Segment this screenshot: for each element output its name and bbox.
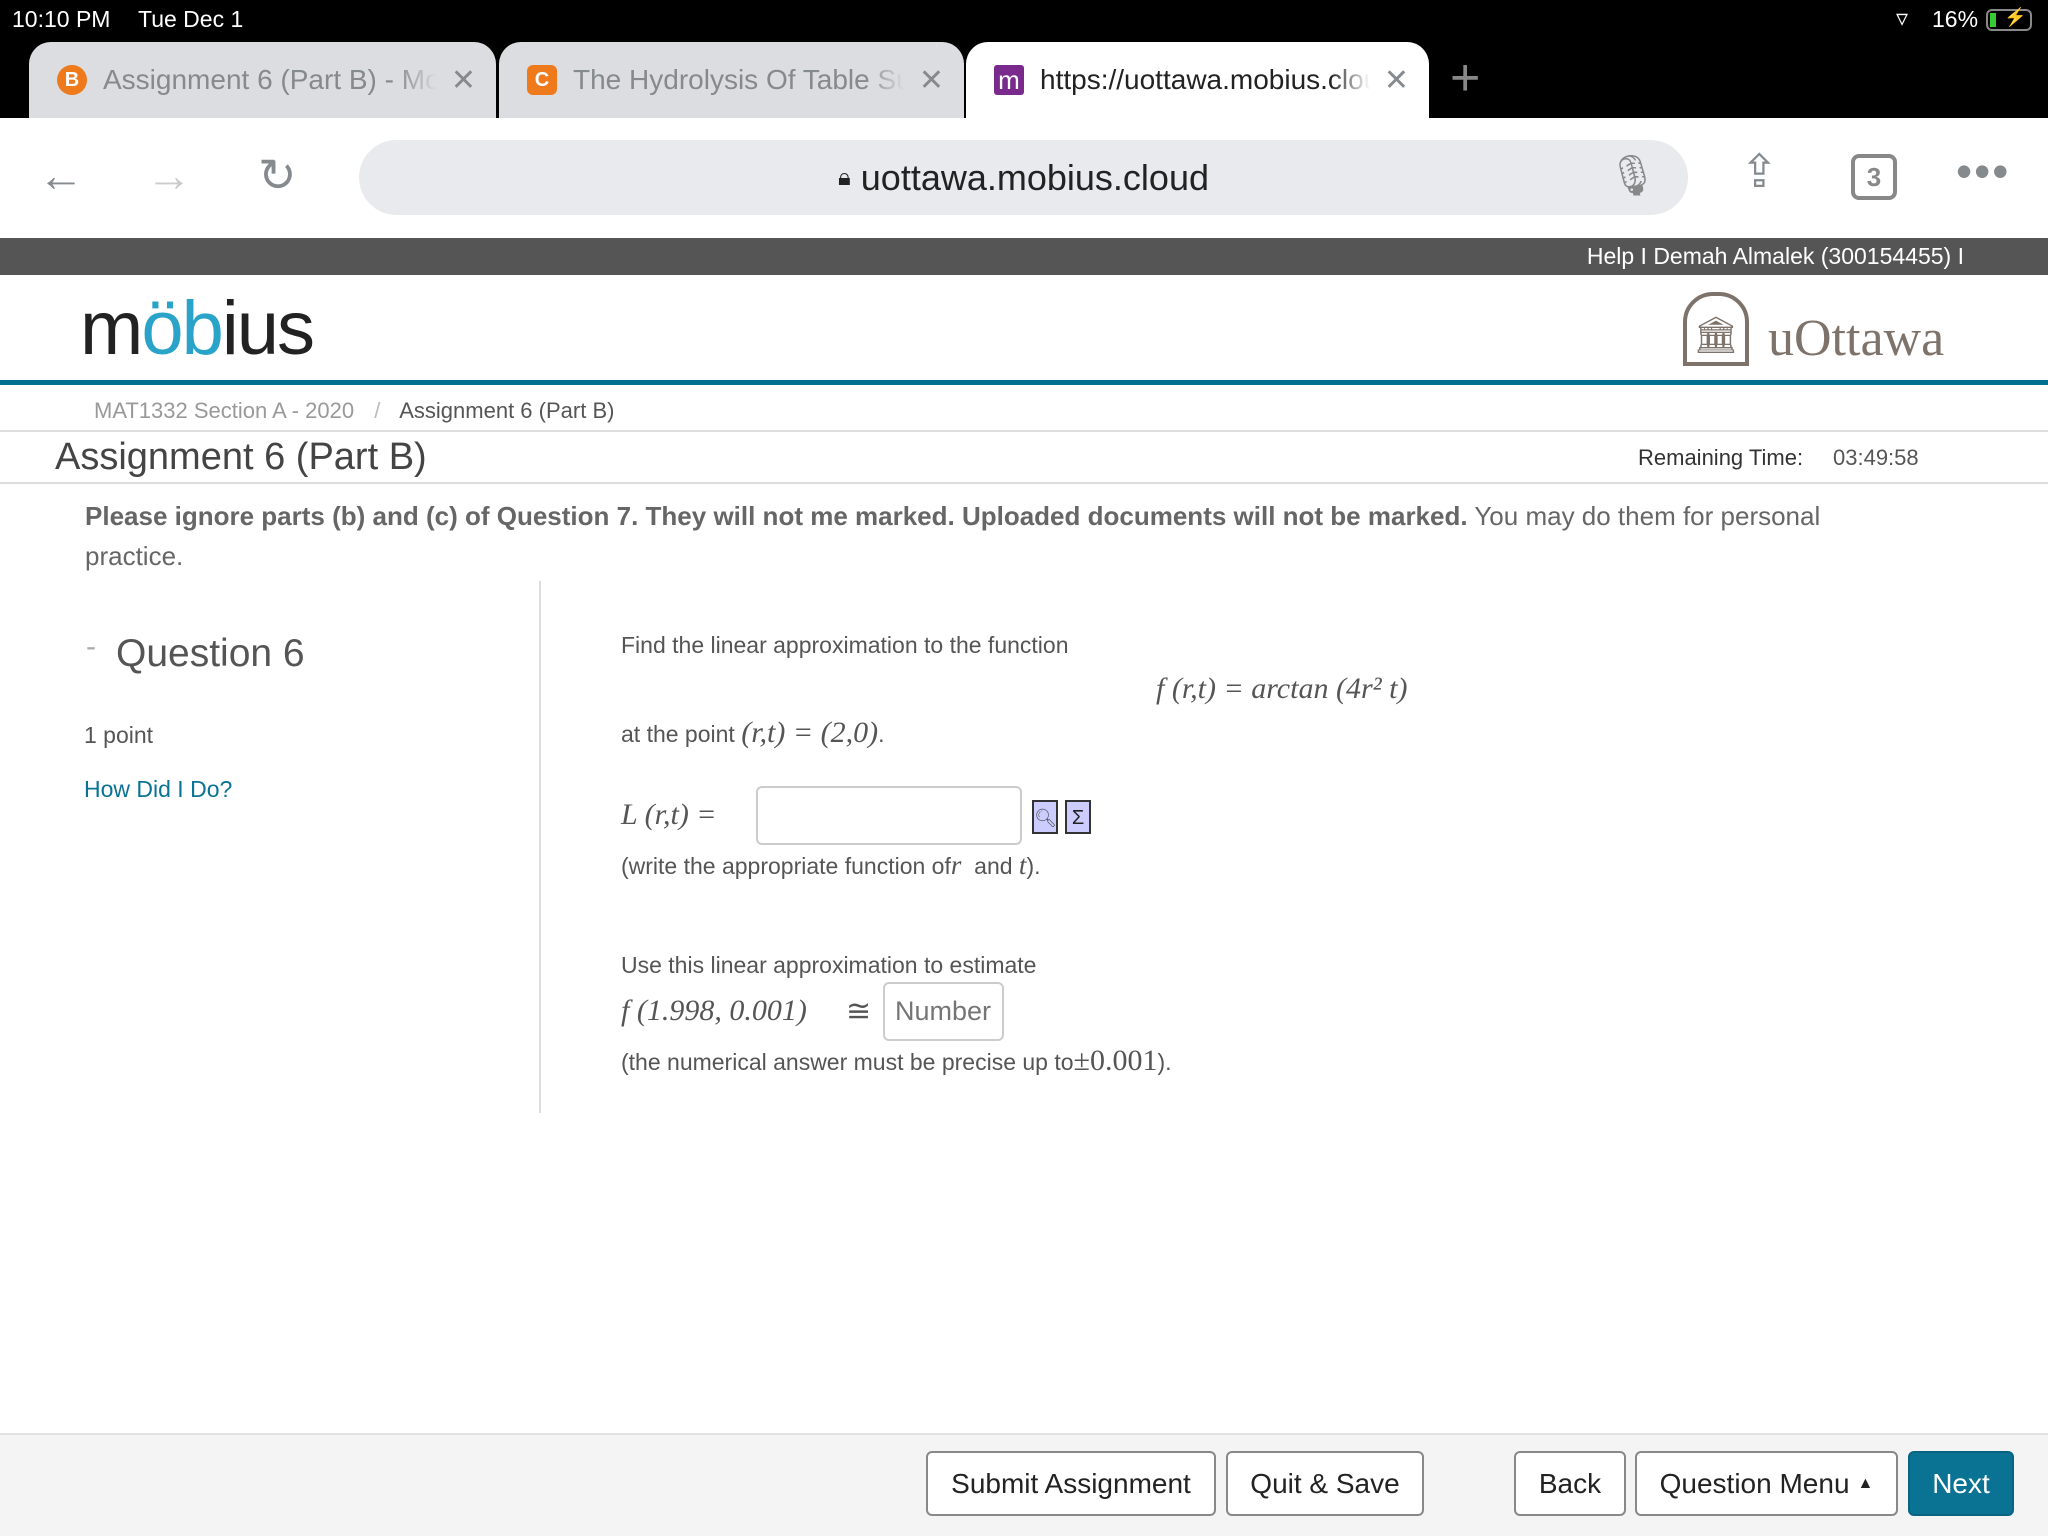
lock-icon: 🔒︎ [838,163,851,191]
tab-mobius[interactable]: m https://uottawa.mobius.cloud ✕ [966,42,1429,118]
uottawa-logo: uOttawa [1768,310,1945,367]
question-points: 1 point [84,722,154,748]
breadcrumb-separator: / [374,398,381,423]
point-prefix: at the point [621,721,735,747]
battery-percent: 16% [1932,6,1979,32]
caret-up-icon: ▲ [1857,1474,1874,1492]
brightspace-favicon-icon: B [57,65,87,95]
precision-suffix: ). [1157,1049,1172,1075]
separator: I [1957,243,1964,269]
status-bar: 10:10 PM Tue Dec 1 ▿ 16% ⚡ [0,0,2048,42]
wifi-icon: ▿ [1896,5,1909,32]
next-button[interactable]: Next [1908,1451,2014,1516]
point-suffix: . [878,721,885,747]
tab-assignment[interactable]: B Assignment 6 (Part B) - Mobius ✕ [29,42,496,118]
tab-title: Assignment 6 (Part B) - Mobius [103,64,437,95]
status-time: 10:10 PM [12,6,111,32]
hint-t: t [1018,850,1027,880]
how-did-i-do-link[interactable]: How Did I Do? [84,776,232,803]
title-bar: Assignment 6 (Part B) Remaining Time: 03… [0,432,2048,484]
back-arrow-icon[interactable]: ← [38,148,84,202]
tab-title: https://uottawa.mobius.cloud [1040,64,1370,95]
breadcrumb: MAT1332 Section A - 2020 / Assignment 6 … [0,390,2048,432]
notice-bold: Please ignore parts (b) and (c) of Quest… [85,501,1468,531]
share-icon[interactable]: ⇪ [1740,144,1779,198]
mobius-logo: möbius [80,286,315,371]
user-name: Demah Almalek (300154455) [1653,243,1952,269]
breadcrumb-course[interactable]: MAT1332 Section A - 2020 [94,398,354,423]
precision-hint: (the numerical answer must be precise up… [621,1044,1172,1078]
precision-prefix: (the numerical answer must be precise up… [621,1049,1074,1075]
battery-charging-icon: ⚡ [1986,7,2032,31]
site-header: möbius 🏛︎ uOttawa [0,275,2048,385]
precision-math: ±0.001 [1073,1044,1158,1077]
hint-prefix: (write the appropriate function of [621,853,951,879]
approx-symbol: ≅ [846,995,872,1028]
microphone-icon[interactable]: 🎙︎ [1607,152,1658,199]
mobius-favicon-icon: m [994,65,1024,95]
chegg-favicon-icon: C [527,65,557,95]
address-bar[interactable]: 🔒︎ uottawa.mobius.cloud 🎙︎ [359,140,1688,215]
close-tab-icon[interactable]: ✕ [1384,63,1409,98]
L-label: L (r,t) = [621,798,717,831]
question-title: Question 6 [116,632,305,675]
collapse-icon[interactable]: - [86,630,96,664]
function-formula: f (r,t) = arctan (4r² t) [1156,672,1408,705]
status-date: Tue Dec 1 [138,6,244,32]
estimate-intro: Use this linear approximation to estimat… [621,952,1037,978]
tab-bar: B Assignment 6 (Part B) - Mobius ✕ C The… [0,42,2048,118]
page-title: Assignment 6 (Part B) [55,436,427,478]
separator: I [1640,243,1647,269]
user-bar: Help I Demah Almalek (300154455) I [0,238,2048,275]
url-text: uottawa.mobius.cloud [860,156,1209,198]
more-icon[interactable]: ••• [1956,144,2010,198]
estimate-number-input[interactable] [883,982,1004,1041]
close-tab-icon[interactable]: ✕ [919,63,944,98]
question-menu-label: Question Menu [1659,1467,1850,1499]
linear-approximation-input[interactable] [756,786,1022,845]
submit-assignment-button[interactable]: Submit Assignment [926,1451,1216,1516]
tab-hydrolysis[interactable]: C The Hydrolysis Of Table Sugar ✕ [499,42,964,118]
column-divider [539,581,541,1113]
preview-icon[interactable]: 🔍︎ [1032,800,1058,834]
estimate-label: f (1.998, 0.001) [621,994,807,1027]
breadcrumb-current: Assignment 6 (Part B) [399,398,615,423]
question-intro: Find the linear approximation to the fun… [621,632,1069,658]
uottawa-building-icon: 🏛︎ [1683,292,1749,366]
new-tab-icon[interactable]: + [1450,48,1480,108]
hint-suffix: ). [1026,853,1041,879]
remaining-time-label: Remaining Time: [1638,445,1804,470]
remaining-time-value: 03:49:58 [1833,445,1919,470]
close-tab-icon[interactable]: ✕ [451,63,476,98]
write-hint: (write the appropriate function of r and… [621,850,1041,881]
question-menu-button[interactable]: Question Menu ▲ [1635,1451,1898,1516]
browser-toolbar: ← → ↻ 🔒︎ uottawa.mobius.cloud 🎙︎ ⇪ 3 ••• [0,118,2048,238]
forward-arrow-icon[interactable]: → [146,148,192,202]
equation-editor-icon[interactable]: Σ [1065,800,1091,834]
reload-icon[interactable]: ↻ [258,148,297,202]
tab-count-icon[interactable]: 3 [1851,154,1897,200]
quit-save-button[interactable]: Quit & Save [1226,1451,1424,1516]
hint-r: r [950,850,962,880]
point-line: at the point (r,t) = (2,0) . [621,716,884,750]
help-link[interactable]: Help [1587,243,1634,269]
hint-and: and [961,853,1019,879]
back-button[interactable]: Back [1514,1451,1626,1516]
point-math: (r,t) = (2,0) [741,716,879,749]
tab-title: The Hydrolysis Of Table Sugar [573,64,905,95]
notice: Please ignore parts (b) and (c) of Quest… [85,496,1905,576]
